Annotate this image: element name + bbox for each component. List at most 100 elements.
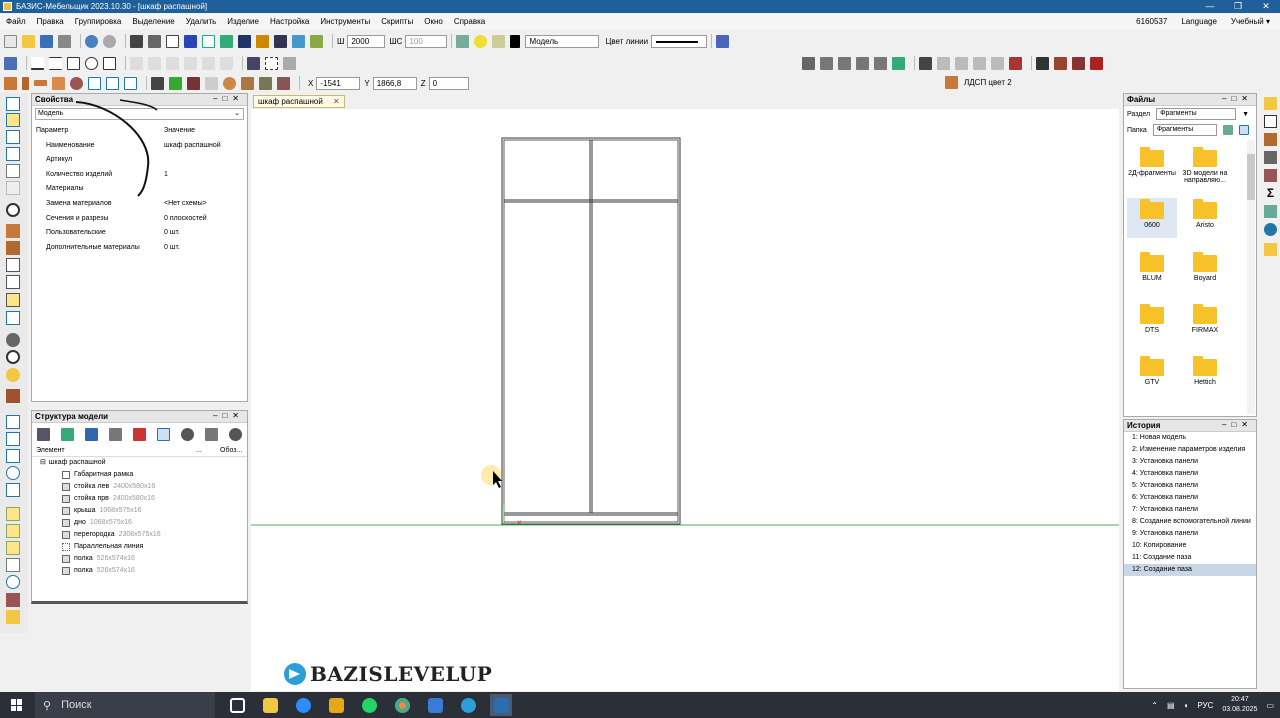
collapse-icon[interactable]: ⊟ <box>40 457 46 469</box>
pointer-icon[interactable] <box>4 56 17 70</box>
line-icon[interactable] <box>31 56 44 70</box>
view-top-icon[interactable] <box>856 56 869 70</box>
y-coord-input[interactable]: 1866,8 <box>372 76 417 90</box>
maximize-button[interactable]: ❐ <box>1224 0 1252 13</box>
object-icon[interactable] <box>6 593 20 607</box>
view-cube2-icon[interactable] <box>6 147 20 161</box>
language-indicator[interactable]: РУС <box>1197 701 1213 710</box>
check-icon[interactable] <box>6 350 20 364</box>
history-item[interactable]: 2: Изменение параметров изделия <box>1124 444 1256 456</box>
panel-controls[interactable]: –□✕ <box>1222 420 1253 429</box>
textured-icon[interactable] <box>6 241 20 255</box>
export-icon[interactable] <box>1090 56 1103 70</box>
property-value[interactable]: <Нет схемы> <box>164 197 247 212</box>
box-tool-icon[interactable] <box>1264 169 1277 182</box>
menu-settings[interactable]: Настройка <box>270 17 309 26</box>
report-icon[interactable] <box>1036 56 1049 70</box>
document-tab[interactable]: шкаф распашной ✕ <box>253 95 345 108</box>
explorer-icon[interactable] <box>259 694 281 716</box>
menu-file[interactable]: Файл <box>6 17 26 26</box>
print-icon[interactable] <box>58 34 71 48</box>
link-icon[interactable] <box>109 427 122 441</box>
property-value[interactable] <box>164 153 247 168</box>
ortho-icon[interactable] <box>166 34 179 48</box>
material-indicator[interactable]: ЛДСП цвет 2 <box>945 75 1012 90</box>
tree-item[interactable]: крыша 1068x575x16 <box>40 505 247 517</box>
folder-item[interactable]: Aristo <box>1180 199 1230 229</box>
bazis-app-icon[interactable] <box>490 694 512 716</box>
snap-mid-icon[interactable] <box>6 524 20 538</box>
add-icon[interactable] <box>61 427 74 441</box>
close-button[interactable]: ✕ <box>1252 0 1280 13</box>
menu-edit[interactable]: Правка <box>37 17 64 26</box>
z-coord-input[interactable]: 0 <box>428 76 469 90</box>
layer-color-swatch[interactable] <box>510 34 521 48</box>
windows-start-icon[interactable] <box>11 699 23 711</box>
history-item[interactable]: 8: Создание вспомогательной линии <box>1124 516 1256 528</box>
sum-icon[interactable]: Σ <box>1264 187 1277 200</box>
folder-item[interactable]: BLUM <box>1127 252 1177 282</box>
camera-icon[interactable] <box>6 333 20 347</box>
tree-item[interactable]: перегородка 2308x575x16 <box>40 529 247 541</box>
lightbulb-icon[interactable] <box>474 34 488 48</box>
line-style-select[interactable] <box>651 34 708 48</box>
profile-icon[interactable] <box>151 76 164 90</box>
rotate-icon[interactable] <box>6 203 20 217</box>
offset-icon[interactable] <box>202 56 215 70</box>
menu-product[interactable]: Изделие <box>227 17 259 26</box>
render-icon[interactable] <box>310 34 323 48</box>
folder-item[interactable]: FIRMAX <box>1180 304 1230 334</box>
folder-item[interactable]: 3D модели на направляю... <box>1180 147 1230 184</box>
close-tab-icon[interactable]: ✕ <box>333 97 340 106</box>
countertop-icon[interactable] <box>169 76 182 90</box>
view-cube3-icon[interactable] <box>6 164 20 178</box>
view-left-icon[interactable] <box>820 56 833 70</box>
whatsapp-icon[interactable] <box>358 694 380 716</box>
fastener-icon[interactable] <box>937 56 950 70</box>
history-item[interactable]: 11: Создание паза <box>1124 552 1256 564</box>
view-right-icon[interactable] <box>838 56 851 70</box>
new-file-icon[interactable] <box>4 34 17 48</box>
frame-icon[interactable] <box>88 76 101 90</box>
pan-icon[interactable] <box>6 483 20 497</box>
tree-root[interactable]: ⊟ шкаф распашной <box>40 457 247 469</box>
zoom-app-icon[interactable] <box>292 694 314 716</box>
zoom-selection-icon[interactable] <box>6 449 20 463</box>
grid-icon[interactable] <box>148 34 161 48</box>
tree-item[interactable]: полка 526x574x16 <box>40 565 247 577</box>
wireframe-icon[interactable] <box>6 258 20 272</box>
eye-tool-icon[interactable] <box>1264 223 1277 236</box>
redo-icon[interactable] <box>103 34 116 48</box>
menu-scripts[interactable]: Скрипты <box>381 17 413 26</box>
magnet-icon[interactable] <box>184 34 197 48</box>
polyline-icon[interactable] <box>49 56 62 70</box>
files-scrollbar[interactable] <box>1247 140 1255 414</box>
folder-item[interactable]: 0600 <box>1127 198 1177 238</box>
list-icon[interactable] <box>205 427 218 441</box>
shelf-icon[interactable] <box>124 76 137 90</box>
clock[interactable]: 20:47 03.08.2025 <box>1222 695 1257 715</box>
x-coord-input[interactable]: -1541 <box>316 76 361 90</box>
tree-item[interactable]: стойка прв 2400x580x16 <box>40 493 247 505</box>
volume-icon[interactable]: ◖ <box>1184 701 1189 710</box>
trim-icon[interactable] <box>166 56 179 70</box>
outline-icon[interactable] <box>6 293 20 307</box>
edit-contour-icon[interactable] <box>247 56 260 70</box>
layer-select[interactable]: Модель <box>525 34 600 48</box>
tree-item[interactable]: дно 1068x575x16 <box>40 517 247 529</box>
tools-icon[interactable] <box>37 427 50 441</box>
history-item[interactable]: 9: Установка панели <box>1124 528 1256 540</box>
sections-icon[interactable] <box>6 311 20 325</box>
minimize-button[interactable]: — <box>1196 0 1224 13</box>
help-icon[interactable] <box>716 34 730 48</box>
dashed-line-icon[interactable] <box>265 56 278 70</box>
line-snap-icon[interactable] <box>202 34 215 48</box>
menu-window[interactable]: Окно <box>424 17 443 26</box>
panel-frontal-icon[interactable] <box>4 76 17 90</box>
panel-horizontal-icon[interactable] <box>34 80 47 86</box>
menu-delete[interactable]: Удалить <box>186 17 217 26</box>
property-value[interactable] <box>164 182 247 197</box>
help-query-icon[interactable] <box>85 427 98 441</box>
cut-icon[interactable] <box>1264 115 1277 128</box>
mirror-icon[interactable] <box>220 56 233 70</box>
